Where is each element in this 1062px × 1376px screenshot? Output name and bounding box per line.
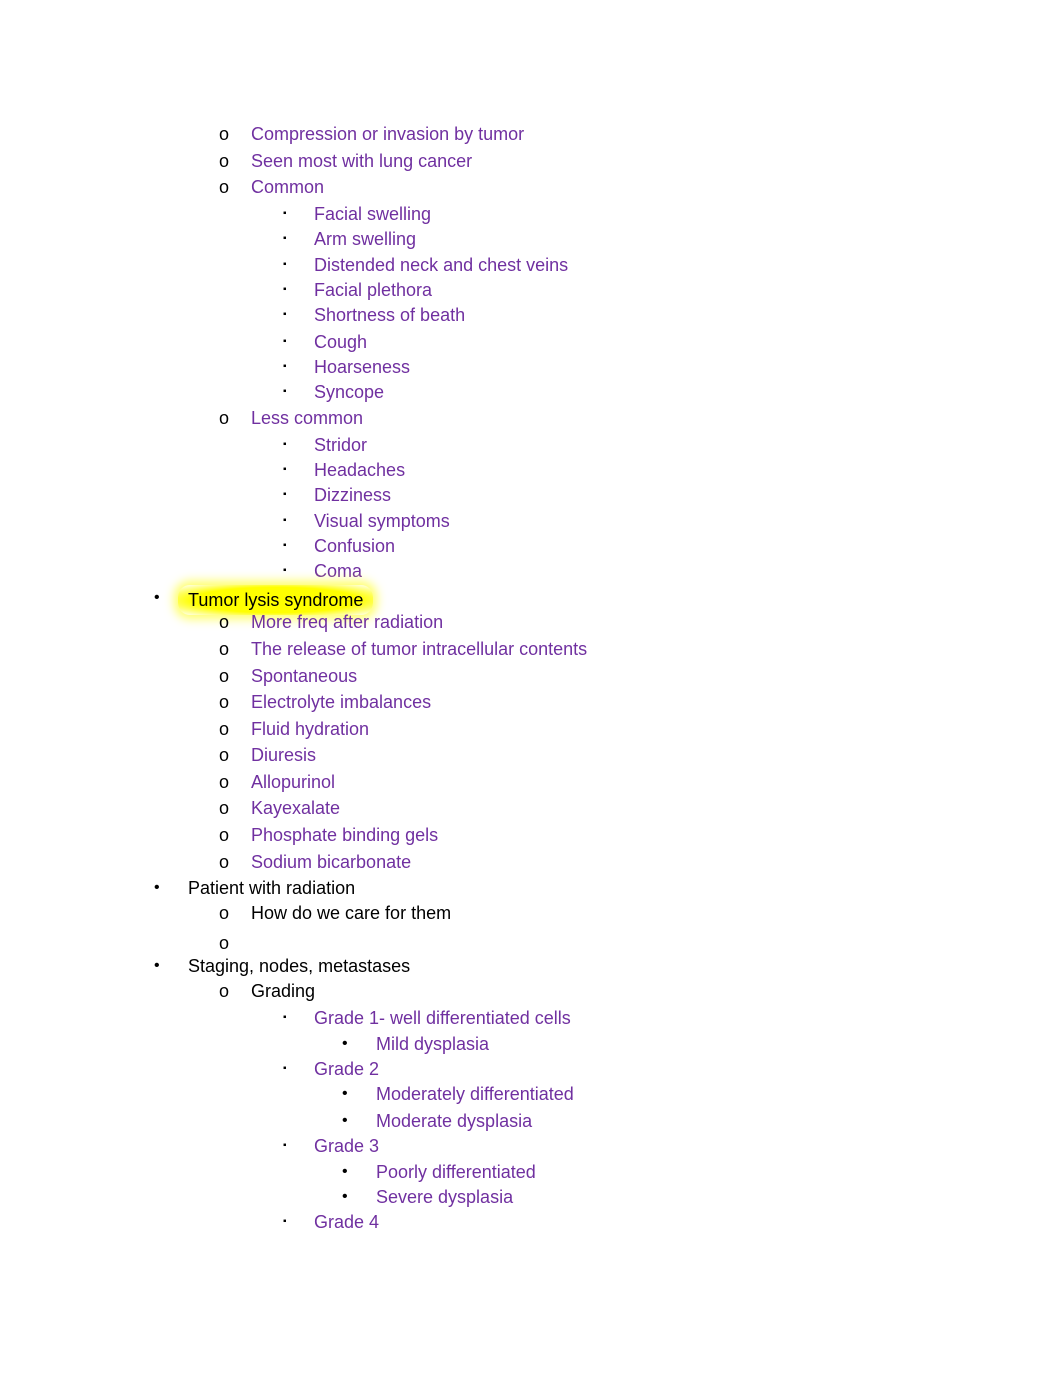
bullet-icon: o	[219, 825, 230, 845]
bullet-icon: ▪	[283, 1216, 287, 1227]
bullet-icon: •	[154, 957, 160, 974]
bullet-icon: ▪	[283, 489, 287, 500]
list-item-text: Headaches	[314, 460, 406, 480]
list-item-text: Facial plethora	[314, 280, 433, 300]
list-item-text: Grading	[251, 981, 316, 1001]
bullet-icon: o	[219, 772, 230, 792]
list-item-text: Visual symptoms	[314, 511, 450, 531]
bullet-icon: o	[219, 798, 230, 818]
list-item-text: Common	[251, 177, 325, 197]
bullet-icon: •	[154, 589, 160, 606]
bullet-icon: o	[219, 177, 230, 197]
list-item-text: Cough	[314, 332, 368, 352]
bullet-icon: •	[342, 1188, 348, 1205]
bullet-icon: o	[219, 408, 230, 428]
list-item-text: Grade 3	[314, 1136, 380, 1156]
bullet-icon: o	[219, 852, 230, 872]
list-item-text: Phosphate binding gels	[251, 825, 439, 845]
bullet-icon: •	[342, 1085, 348, 1102]
bullet-icon: o	[219, 692, 230, 712]
bullet-icon: o	[219, 639, 230, 659]
list-item-text: Staging, nodes, metastases	[188, 956, 411, 976]
list-item-text: Kayexalate	[251, 798, 341, 818]
bullet-icon: ▪	[283, 540, 287, 551]
list-item-text: Seen most with lung cancer	[251, 151, 473, 171]
bullet-icon: ▪	[283, 336, 287, 347]
list-item-text: Sodium bicarbonate	[251, 852, 412, 872]
list-item-text: Electrolyte imbalances	[251, 692, 432, 712]
list-item-text: Spontaneous	[251, 666, 358, 686]
bullet-icon: ▪	[283, 208, 287, 219]
bullet-icon: o	[219, 981, 230, 1001]
list-item-text: Allopurinol	[251, 772, 336, 792]
bullet-icon: ▪	[283, 515, 287, 526]
list-item-text: Moderate dysplasia	[376, 1111, 533, 1131]
bullet-icon: ▪	[283, 284, 287, 295]
bullet-icon: o	[219, 666, 230, 686]
list-item-text: Less common	[251, 408, 364, 428]
list-item-text: Coma	[314, 561, 363, 581]
list-item-text: Moderately differentiated	[376, 1084, 574, 1104]
bullet-icon: •	[154, 879, 160, 896]
list-item-text: Fluid hydration	[251, 719, 370, 739]
list-item-text: Dizziness	[314, 485, 392, 505]
list-item-text: Shortness of beath	[314, 305, 466, 325]
bullet-icon: ▪	[283, 309, 287, 320]
list-item-text: Syncope	[314, 382, 385, 402]
bullet-icon: o	[219, 124, 230, 144]
bullet-icon: o	[219, 151, 230, 171]
list-item-text: Diuresis	[251, 745, 317, 765]
list-item-text: Stridor	[314, 435, 368, 455]
list-item-text: Grade 1- well differentiated cells	[314, 1008, 571, 1028]
bullet-icon: •	[342, 1163, 348, 1180]
bullet-icon: o	[219, 612, 230, 632]
bullet-icon: ▪	[283, 1063, 287, 1074]
document-page: { "items": [ {"level":2,"bullet":"o","te…	[0, 0, 1062, 1376]
bullet-icon: o	[219, 719, 230, 739]
bullet-icon: ▪	[283, 464, 287, 475]
bullet-icon: o	[219, 745, 230, 765]
list-item-text: Severe dysplasia	[376, 1187, 514, 1207]
list-item-text: Grade 2	[314, 1059, 380, 1079]
bullet-icon: ▪	[283, 439, 287, 450]
bullet-icon: ▪	[283, 233, 287, 244]
list-item-text: More freq after radiation	[251, 612, 444, 632]
list-item-text: Compression or invasion by tumor	[251, 124, 525, 144]
list-item-text: How do we care for them	[251, 903, 452, 923]
bullet-icon: •	[342, 1035, 348, 1052]
bullet-icon: ▪	[283, 386, 287, 397]
list-item-text: Arm swelling	[314, 229, 417, 249]
bullet-icon: ▪	[283, 1140, 287, 1151]
list-item-text: Grade 4	[314, 1212, 380, 1232]
bullet-icon: •	[342, 1112, 348, 1129]
list-item-text: Facial swelling	[314, 204, 432, 224]
list-item-text: Hoarseness	[314, 357, 411, 377]
bullet-icon: ▪	[283, 1012, 287, 1023]
list-item-text: Confusion	[314, 536, 396, 556]
list-item-text: The release of tumor intracellular conte…	[251, 639, 588, 659]
list-item-text: Distended neck and chest veins	[314, 255, 569, 275]
list-item-text: Mild dysplasia	[376, 1034, 490, 1054]
bullet-icon: ▪	[283, 259, 287, 270]
list-item-text: Poorly differentiated	[376, 1162, 536, 1182]
list-item-text: Patient with radiation	[188, 878, 356, 898]
bullet-icon: o	[219, 903, 230, 923]
bullet-icon: ▪	[283, 361, 287, 372]
bullet-icon: ▪	[283, 565, 287, 576]
